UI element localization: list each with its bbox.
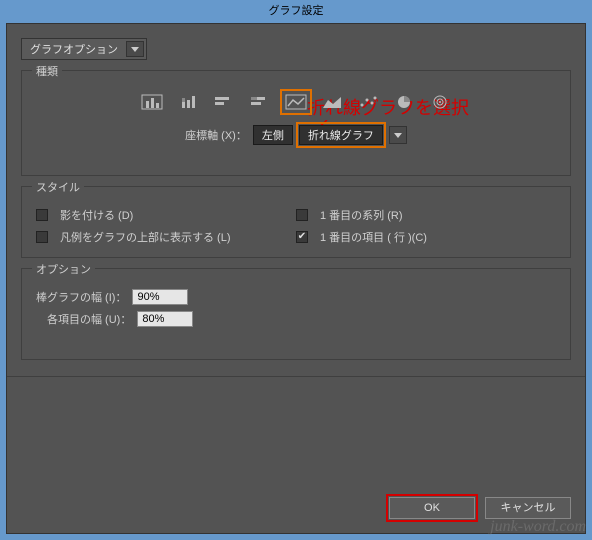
- item-width-input[interactable]: [137, 311, 193, 327]
- axis-type-chip[interactable]: 折れ線グラフ: [299, 125, 383, 145]
- group-style-legend: スタイル: [32, 179, 84, 195]
- bar-width-label: 棒グラフの幅 (I)：: [36, 289, 126, 305]
- section-label: グラフオプション: [30, 44, 118, 56]
- stacked-bar-icon[interactable]: [176, 93, 200, 111]
- area-chart-icon[interactable]: [320, 93, 344, 111]
- horizontal-bar-icon[interactable]: [212, 93, 236, 111]
- graph-type-row: [36, 93, 556, 111]
- first-row-label: 1 番目の項目 ( 行 )(C): [320, 229, 427, 245]
- group-options-legend: オプション: [32, 261, 95, 277]
- scatter-chart-icon[interactable]: [356, 93, 380, 111]
- axis-side-chip[interactable]: 左側: [253, 125, 293, 145]
- bar-chart-icon[interactable]: [140, 93, 164, 111]
- item-width-label: 各項目の幅 (U)：: [47, 311, 131, 327]
- bar-width-input[interactable]: [132, 289, 188, 305]
- cancel-button[interactable]: キャンセル: [485, 497, 571, 519]
- watermark: junk-word.com: [490, 518, 586, 536]
- legend-top-label: 凡例をグラフの上部に表示する (L): [60, 229, 231, 245]
- axis-label: 座標軸 (X)：: [185, 127, 247, 143]
- first-row-checkbox[interactable]: [296, 231, 308, 243]
- shadow-label: 影を付ける (D): [60, 207, 133, 223]
- axis-dropdown-icon[interactable]: [389, 126, 407, 144]
- chevron-down-icon[interactable]: [126, 41, 144, 57]
- button-row: OK キャンセル: [389, 497, 571, 519]
- divider: [7, 376, 585, 377]
- group-options: オプション 棒グラフの幅 (I)： 各項目の幅 (U)：: [21, 268, 571, 360]
- group-style: スタイル 影を付ける (D) 1 番目の系列 (R) 凡例をグラフの上部に表示す…: [21, 186, 571, 258]
- group-type-legend: 種類: [32, 63, 62, 79]
- first-series-label: 1 番目の系列 (R): [320, 207, 403, 223]
- horizontal-stacked-bar-icon[interactable]: [248, 93, 272, 111]
- radar-chart-icon[interactable]: [428, 93, 452, 111]
- axis-row: 座標軸 (X)： 左側 折れ線グラフ: [36, 125, 556, 145]
- dialog-window: グラフ設定 グラフオプション 折れ線グラフを選択 種類: [0, 0, 592, 540]
- pie-chart-icon[interactable]: [392, 93, 416, 111]
- dialog-client: グラフオプション 折れ線グラフを選択 種類: [6, 23, 586, 534]
- ok-button[interactable]: OK: [389, 497, 475, 519]
- line-chart-icon[interactable]: [284, 93, 308, 111]
- dialog-title: グラフ設定: [0, 0, 592, 22]
- first-series-checkbox[interactable]: [296, 209, 308, 221]
- section-dropdown[interactable]: グラフオプション: [21, 38, 147, 60]
- legend-top-checkbox[interactable]: [36, 231, 48, 243]
- shadow-checkbox[interactable]: [36, 209, 48, 221]
- group-type: 種類: [21, 70, 571, 176]
